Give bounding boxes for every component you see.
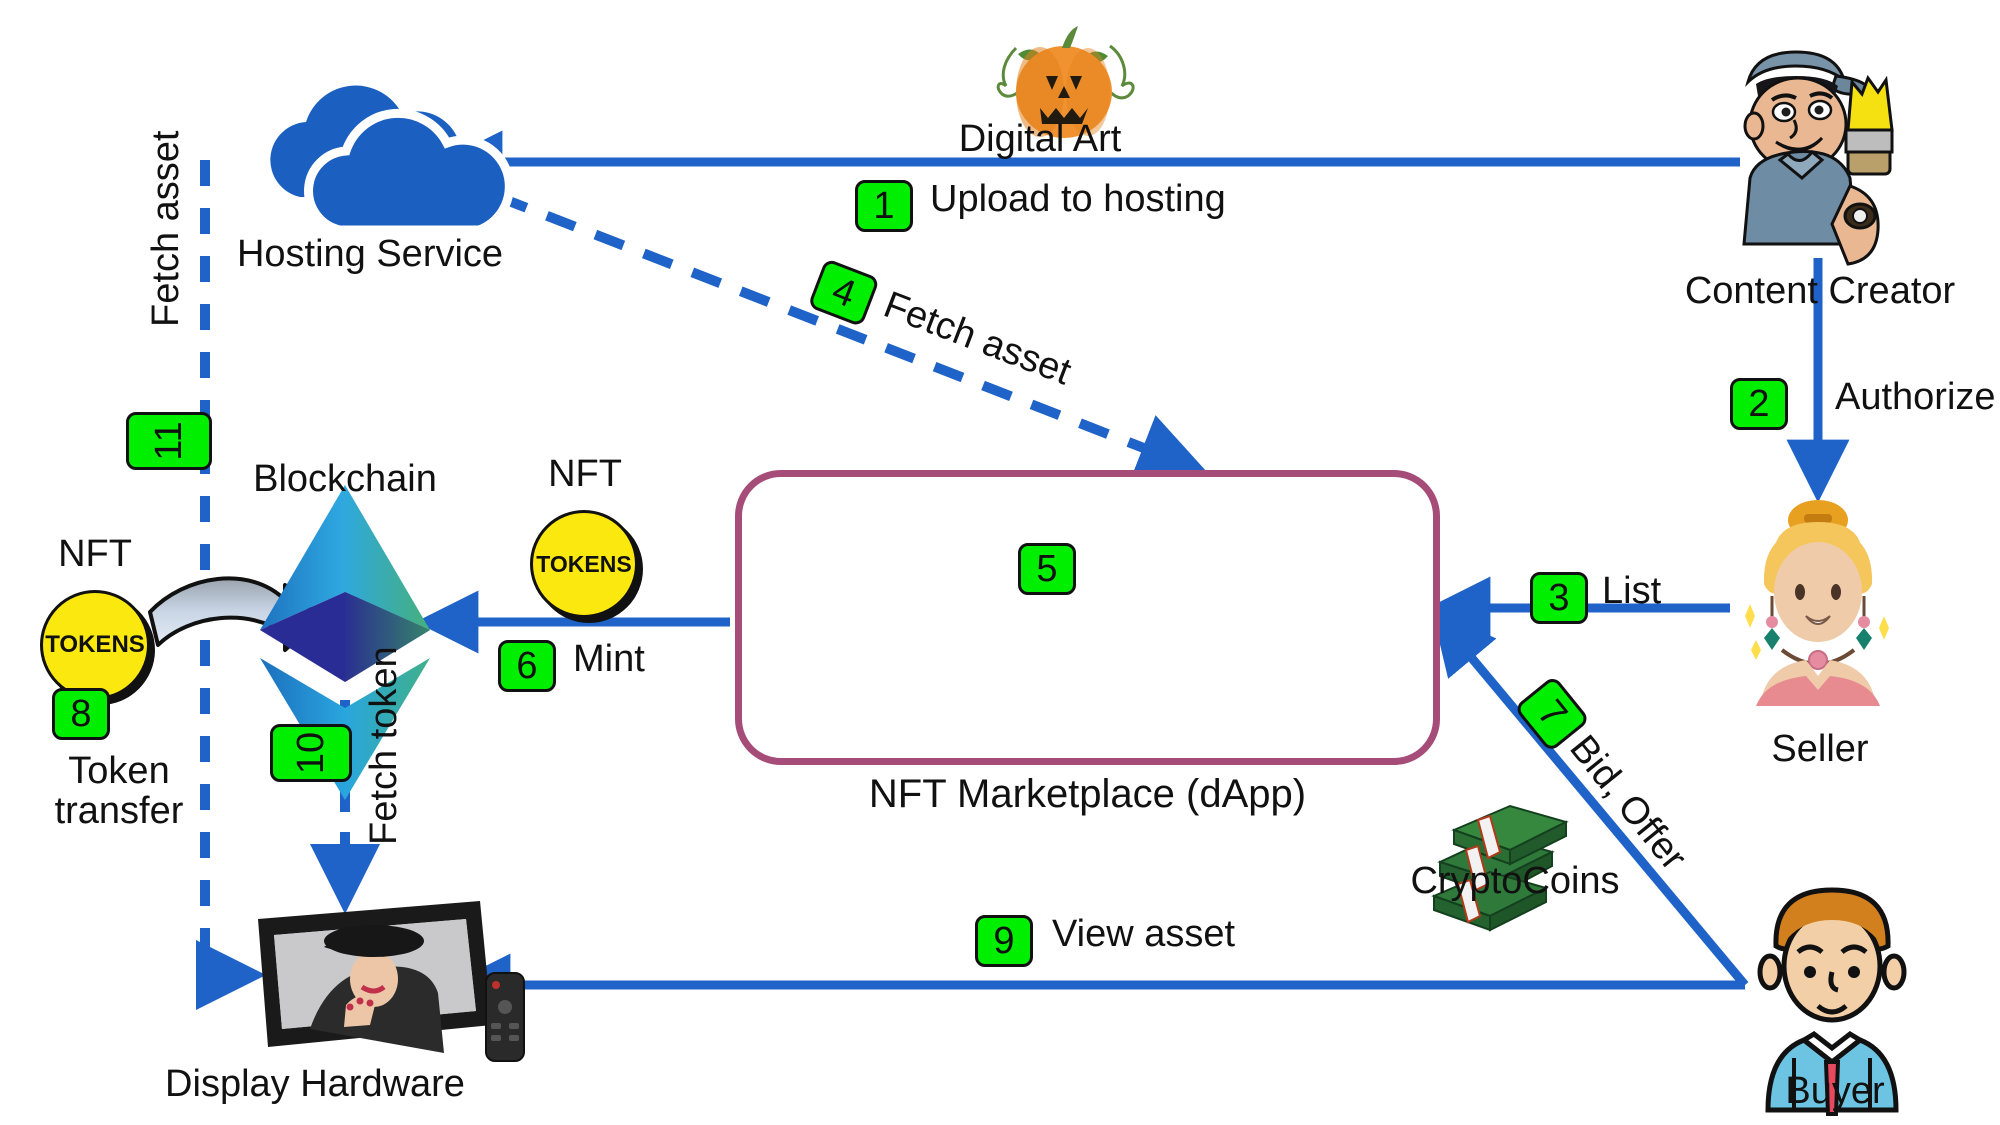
step-label-3: List — [1602, 570, 1662, 612]
step-chip-3: 3 — [1530, 572, 1588, 624]
nft-coin-left-text: TOKENS — [45, 631, 145, 658]
nft-left-label: NFT — [58, 533, 132, 575]
digital-art-label: Digital Art — [958, 118, 1122, 160]
nft-coin-icon-mid: TOKENS — [530, 510, 638, 618]
nft-coin-mid-text: TOKENS — [536, 550, 632, 577]
buyer-label: Buyer — [1785, 1070, 1885, 1112]
content-creator-label: Content Creator — [1684, 270, 1956, 312]
step-chip-5: 5 — [1018, 543, 1076, 595]
hosting-service-label: Hosting Service — [236, 233, 504, 275]
step-label-8: Token transfer — [54, 750, 184, 832]
nft-mid-label: NFT — [548, 453, 622, 495]
step-chip-1: 1 — [855, 180, 913, 232]
step-chip-2: 2 — [1730, 378, 1788, 430]
nft-marketplace-diagram: </> — [0, 0, 2000, 1125]
step-label-9: View asset — [1052, 913, 1236, 955]
display-hardware-label: Display Hardware — [165, 1063, 465, 1105]
step-label-6: Mint — [573, 638, 645, 680]
painter-avatar-icon — [1742, 50, 1894, 266]
step-chip-9: 9 — [975, 915, 1033, 967]
digital-photo-frame-icon — [258, 901, 525, 1062]
step-chip-10: 10 — [270, 724, 352, 782]
nft-coin-icon-left: TOKENS — [40, 590, 150, 700]
cryptocoins-label: CryptoCoins — [1410, 860, 1620, 902]
step-label-1: Upload to hosting — [930, 178, 1226, 220]
seller-label: Seller — [1771, 728, 1869, 770]
nft-marketplace-label: NFT Marketplace (dApp) — [868, 772, 1307, 816]
step-label-10: Fetch token — [363, 646, 406, 845]
step-chip-8: 8 — [52, 688, 110, 740]
blockchain-label: Blockchain — [253, 458, 437, 500]
woman-avatar-icon — [1745, 500, 1889, 706]
step-label-11: Fetch asset — [145, 130, 188, 327]
nft-marketplace-container — [735, 470, 1440, 765]
cloud-icon — [270, 85, 514, 235]
step-label-2: Authorize — [1835, 376, 1996, 418]
step-chip-6: 6 — [498, 640, 556, 692]
step-chip-11: 11 — [126, 412, 212, 470]
